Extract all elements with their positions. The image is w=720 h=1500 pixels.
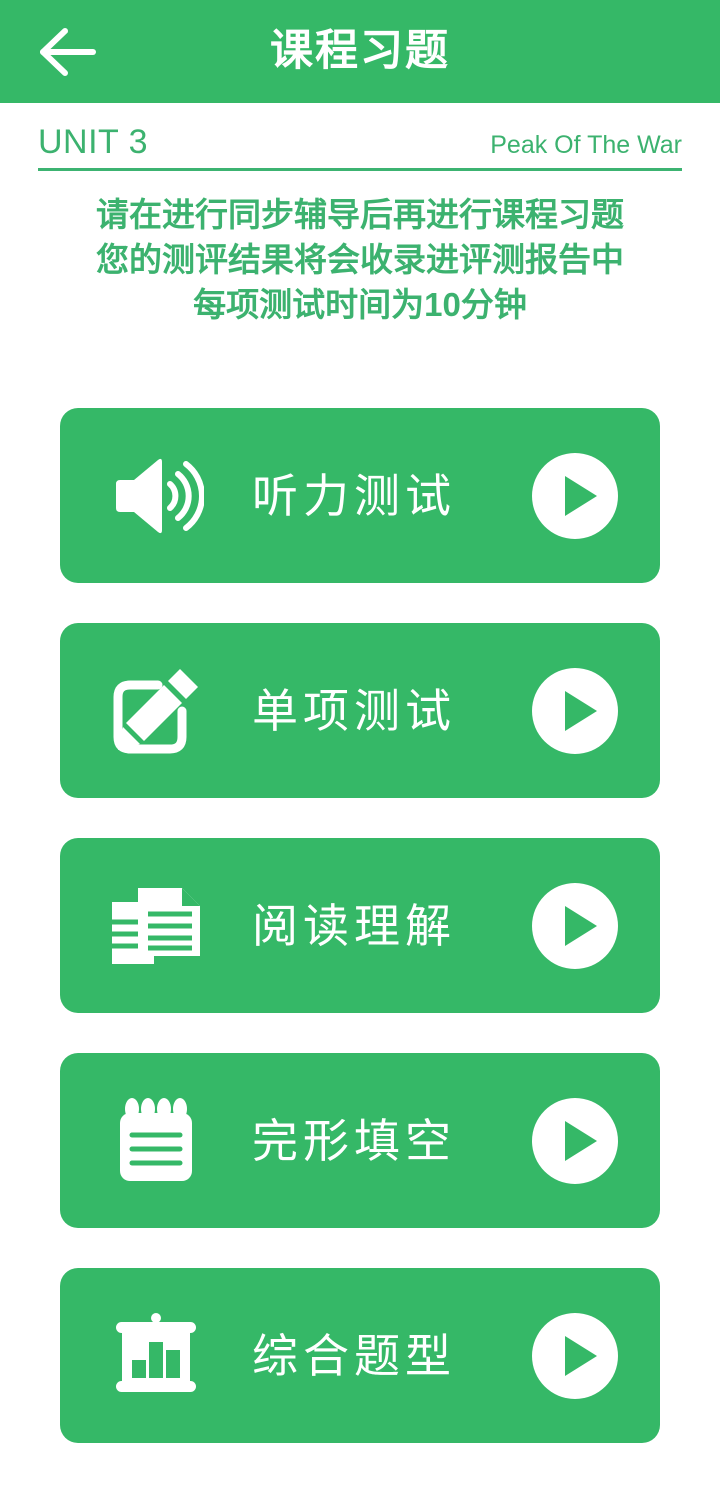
documents-icon [106,876,206,976]
test-button-comprehensive[interactable]: 综合题型 [60,1268,660,1443]
test-label: 综合题型 [252,1329,456,1382]
play-circle-icon[interactable] [532,452,618,539]
test-button-reading[interactable]: 阅读理解 [60,838,660,1013]
test-list: 听力测试 单项测试 阅读理解 完形填空 综合题型 [60,408,660,1443]
test-label: 单项测试 [252,684,456,737]
play-circle-icon[interactable] [532,882,618,969]
test-label: 听力测试 [252,469,456,522]
speaker-volume-icon [106,446,206,546]
test-button-listening[interactable]: 听力测试 [60,408,660,583]
unit-row: UNIT 3 Peak Of The War [38,103,682,171]
notepad-icon [106,1091,206,1191]
edit-pencil-square-icon [106,661,206,761]
test-label: 阅读理解 [252,899,456,952]
arrow-left-icon [37,26,99,78]
play-circle-icon[interactable] [532,667,618,754]
test-button-single-choice[interactable]: 单项测试 [60,623,660,798]
description-text: 请在进行同步辅导后再进行课程习题 您的测评结果将会收录进评测报告中 每项测试时间… [20,171,700,328]
app-header: 课程习题 [0,0,720,103]
description-line-3: 每项测试时间为10分钟 [193,285,527,323]
presentation-chart-icon [106,1306,206,1406]
description-line-2: 您的测评结果将会收录进评测报告中 [96,240,624,278]
play-circle-icon[interactable] [532,1312,618,1399]
description-line-1: 请在进行同步辅导后再进行课程习题 [96,196,624,233]
play-circle-icon[interactable] [532,1097,618,1184]
test-label: 完形填空 [252,1114,456,1167]
test-button-cloze[interactable]: 完形填空 [60,1053,660,1228]
unit-subtitle: Peak Of The War [490,131,682,159]
unit-label: UNIT 3 [38,123,149,161]
app-screen: 课程习题 UNIT 3 Peak Of The War 请在进行同步辅导后再进行… [0,0,720,1500]
back-button[interactable] [30,21,106,83]
page-title: 课程习题 [270,27,450,75]
